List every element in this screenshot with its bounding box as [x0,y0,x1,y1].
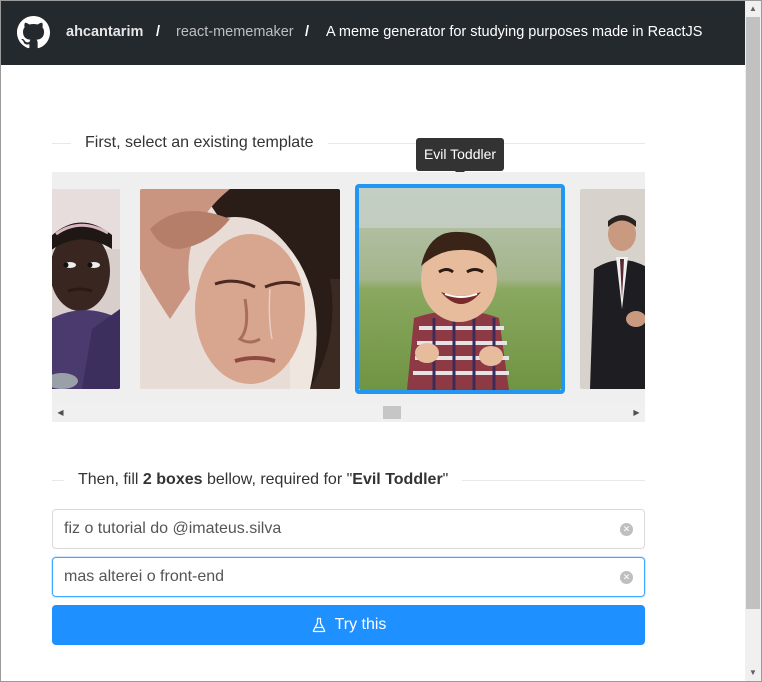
repo-description: A meme generator for studying purposes m… [326,24,703,40]
template-tile[interactable] [580,189,645,389]
meme-photo-crying-woman [140,189,340,389]
horizontal-scrollbar[interactable]: ◀ ▶ [52,404,645,421]
text-box-1: ✕ [52,509,645,549]
fill-title-count: 2 boxes [142,471,203,488]
flask-icon [312,617,325,633]
fill-title-suffix: " [442,471,449,488]
clear-icon[interactable]: ✕ [620,523,633,536]
template-tile[interactable] [140,189,340,389]
breadcrumb-separator: / [305,24,310,40]
vertical-scrollbar[interactable]: ▲ ▼ [745,1,761,681]
try-this-button[interactable]: Try this [52,605,645,645]
scroll-up-icon[interactable]: ▲ [745,1,761,17]
template-section-title: First, select an existing template [71,134,328,152]
scroll-left-icon[interactable]: ◀ [52,404,69,421]
text-box-2: ✕ [52,557,645,597]
top-bar: ahcantarim / react-mememaker / A meme ge… [1,1,745,65]
breadcrumb-user[interactable]: ahcantarim [66,24,143,40]
template-tooltip: Evil Toddler [416,138,504,176]
meme-photo-side-eye-girl [52,189,120,389]
fill-section-title: Then, fill 2 boxes bellow, required for … [64,471,463,489]
breadcrumb-repo[interactable]: react-mememaker [176,24,294,40]
meme-photo-men-in-suits [580,189,645,389]
meme-photo-evil-toddler [359,188,561,390]
github-icon[interactable] [17,16,50,49]
template-tile[interactable] [52,189,120,389]
scroll-thumb[interactable] [746,17,760,609]
horizontal-scroll-thumb[interactable] [383,406,401,419]
caption-input-2[interactable] [64,566,604,588]
scroll-right-icon[interactable]: ▶ [628,404,645,421]
try-this-label: Try this [334,616,387,633]
template-tile-selected[interactable] [355,184,565,394]
scroll-down-icon[interactable]: ▼ [745,665,761,681]
caption-input-1[interactable] [64,518,604,540]
fill-title-template: Evil Toddler [352,471,443,488]
fill-title-middle: bellow, required for " [202,471,353,488]
fill-title-prefix: Then, fill [78,471,143,488]
breadcrumb-separator: / [156,24,161,40]
template-gallery: ◀ ▶ [52,172,645,422]
clear-icon[interactable]: ✕ [620,571,633,584]
